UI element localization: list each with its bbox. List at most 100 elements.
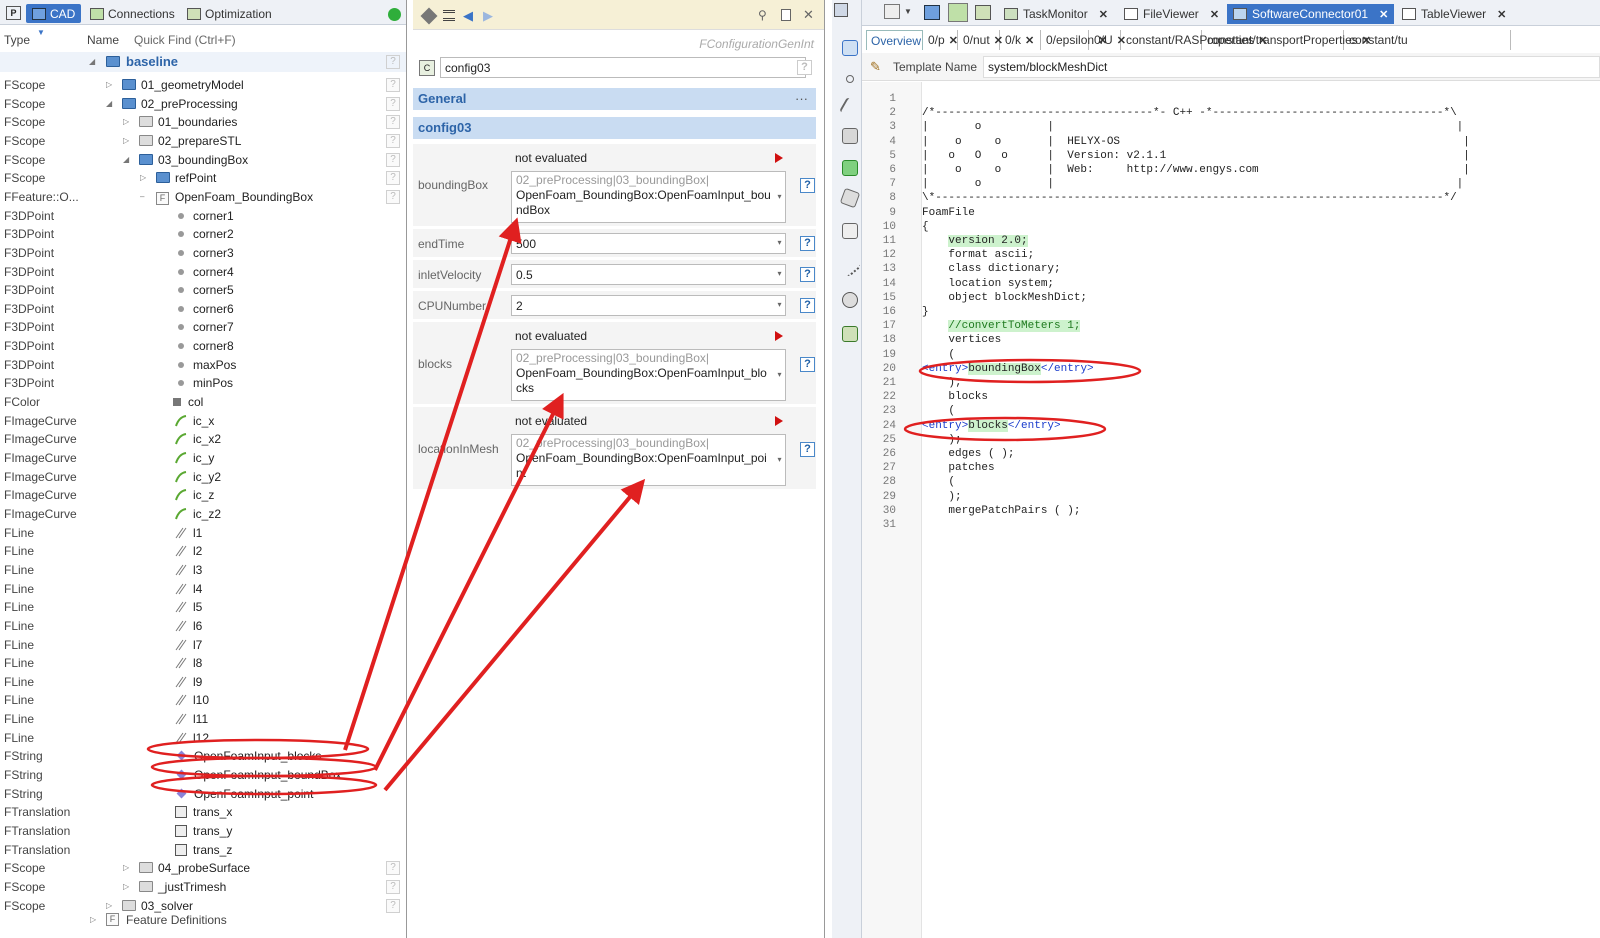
- pencil-icon[interactable]: ✎: [870, 59, 881, 75]
- window-icon[interactable]: [834, 3, 848, 17]
- point-icon[interactable]: [846, 75, 854, 83]
- tree-row[interactable]: F3DPoint corner8: [0, 337, 406, 355]
- layout-icon[interactable]: [884, 4, 900, 19]
- tree-row[interactable]: F3DPoint corner3: [0, 244, 406, 262]
- subtab-file[interactable]: 0/epsilon ✕: [1042, 30, 1107, 50]
- dropdown-icon[interactable]: ▾: [774, 269, 785, 278]
- template-name-field[interactable]: system/blockMeshDict: [983, 56, 1600, 78]
- tree-row[interactable]: FString OpenFoamInput_point: [0, 785, 406, 803]
- locationinmesh-field[interactable]: 02_preProcessing|03_boundingBox| OpenFoa…: [511, 434, 786, 486]
- expand-caret-icon[interactable]: ▷: [106, 76, 112, 94]
- tree-row[interactable]: FLine l1: [0, 524, 406, 542]
- tree-row[interactable]: FLine l5: [0, 598, 406, 616]
- close-icon[interactable]: ✕: [803, 7, 814, 23]
- tree-row[interactable]: FScope ▷ _justTrimesh?: [0, 878, 406, 896]
- search-icon[interactable]: ⚲: [758, 8, 767, 22]
- solid-icon[interactable]: [839, 187, 861, 209]
- tree-row[interactable]: FScope ▷ 01_geometryModel?: [0, 76, 406, 94]
- inletvelocity-field[interactable]: 0.5: [511, 264, 786, 285]
- connect-icon[interactable]: [842, 160, 858, 176]
- tab-taskmonitor[interactable]: TaskMonitor ✕: [998, 4, 1114, 24]
- dropdown-icon[interactable]: ▾: [774, 192, 785, 201]
- expand-caret-icon[interactable]: ◢: [123, 151, 129, 169]
- curve-icon[interactable]: [839, 97, 861, 119]
- help-icon[interactable]: ?: [386, 115, 400, 130]
- dropdown-icon[interactable]: ▾: [774, 300, 785, 309]
- surface-icon[interactable]: [842, 128, 858, 144]
- select-icon[interactable]: [842, 40, 858, 56]
- subtab-file[interactable]: 0/p ✕: [924, 30, 958, 50]
- more-icon[interactable]: ···: [795, 88, 808, 110]
- tree-row[interactable]: FLine l7: [0, 636, 406, 654]
- chevron-down-icon[interactable]: ▼: [904, 7, 912, 16]
- tree-row[interactable]: FLine l2: [0, 542, 406, 560]
- help-icon[interactable]: ?: [386, 879, 400, 894]
- tree-row[interactable]: FImageCurve ic_x2: [0, 430, 406, 448]
- evaluate-icon[interactable]: [775, 416, 783, 426]
- cad-icon[interactable]: [924, 5, 940, 20]
- expand-caret-icon[interactable]: ◢: [106, 95, 112, 113]
- tree-row[interactable]: FColor col: [0, 393, 406, 411]
- tab-tableviewer[interactable]: TableViewer ✕: [1396, 4, 1512, 24]
- help-icon[interactable]: ?: [386, 861, 400, 876]
- tab-connections[interactable]: Connections: [84, 4, 181, 23]
- forward-arrow-icon[interactable]: ▶: [483, 8, 493, 24]
- tree-row[interactable]: FLine l4: [0, 580, 406, 598]
- collapse-caret-icon[interactable]: –: [140, 188, 144, 206]
- tree-row[interactable]: FScope ◢ 02_preProcessing?: [0, 95, 406, 113]
- subtab-file[interactable]: 0/k ✕: [1001, 30, 1041, 50]
- subtab-file[interactable]: 0/U ✕: [1090, 30, 1126, 50]
- help-icon[interactable]: ?: [386, 189, 400, 204]
- quick-find-input[interactable]: Quick Find (Ctrl+F): [134, 33, 236, 47]
- help-icon[interactable]: ?: [386, 78, 400, 92]
- subtab-file[interactable]: constant/RASProperties ✕: [1122, 30, 1267, 50]
- tree-row[interactable]: F3DPoint corner5: [0, 281, 406, 299]
- tree-row[interactable]: FLine l3: [0, 561, 406, 579]
- tree-row[interactable]: F3DPoint corner1: [0, 207, 406, 225]
- close-icon[interactable]: ✕: [1497, 8, 1506, 21]
- tree-row[interactable]: FTranslation trans_x: [0, 803, 406, 821]
- section-config[interactable]: config03: [413, 117, 816, 139]
- tree-row[interactable]: FLine l11: [0, 710, 406, 728]
- tab-fileviewer[interactable]: FileViewer ✕: [1118, 4, 1225, 24]
- monitor-icon[interactable]: [948, 3, 968, 22]
- type-column-header[interactable]: Type: [4, 33, 30, 47]
- tree-row[interactable]: FLine l10: [0, 691, 406, 709]
- dropdown-icon[interactable]: ▾: [774, 370, 785, 379]
- help-icon[interactable]: ?: [800, 178, 815, 193]
- close-icon[interactable]: ✕: [1099, 8, 1108, 21]
- tree-row[interactable]: FImageCurve ic_z2: [0, 505, 406, 523]
- dropdown-icon[interactable]: ▾: [774, 455, 785, 464]
- tree-row[interactable]: FImageCurve ic_z: [0, 486, 406, 504]
- tree-row[interactable]: F3DPoint corner7: [0, 318, 406, 336]
- help-icon[interactable]: ?: [797, 60, 812, 75]
- code-editor[interactable]: /*---------------------------------*- C+…: [922, 92, 1470, 547]
- subtab-file[interactable]: constant/tu: [1345, 30, 1511, 50]
- endtime-field[interactable]: 500: [511, 233, 786, 254]
- tree-row[interactable]: FScope ▷ 02_prepareSTL?: [0, 132, 406, 150]
- config-name-field[interactable]: config03: [440, 57, 806, 78]
- evaluate-icon[interactable]: [775, 331, 783, 341]
- help-icon[interactable]: ?: [386, 152, 400, 167]
- tree-row[interactable]: FScope ◢ 03_boundingBox?: [0, 151, 406, 169]
- close-icon[interactable]: ✕: [1025, 35, 1034, 47]
- collapse-caret-icon[interactable]: ▷: [90, 915, 96, 924]
- help-icon[interactable]: ?: [800, 357, 815, 372]
- dotted-line-icon[interactable]: [838, 254, 862, 278]
- tree-row[interactable]: FTranslation trans_z: [0, 841, 406, 859]
- help-icon[interactable]: ?: [800, 267, 815, 282]
- help-icon[interactable]: ?: [386, 171, 400, 186]
- close-icon[interactable]: ✕: [1210, 8, 1219, 21]
- tree-row[interactable]: FLine l12: [0, 729, 406, 747]
- copy-icon[interactable]: [781, 9, 791, 21]
- evaluate-icon[interactable]: [775, 153, 783, 163]
- tab-softwareconnector[interactable]: SoftwareConnector01 ✕: [1227, 4, 1395, 24]
- tree-row[interactable]: F3DPoint minPos: [0, 374, 406, 392]
- expand-caret-icon[interactable]: ▷: [140, 169, 146, 187]
- cpunumber-field[interactable]: 2: [511, 295, 786, 316]
- tree-row[interactable]: FImageCurve ic_x: [0, 412, 406, 430]
- back-arrow-icon[interactable]: ◀: [463, 8, 473, 24]
- help-icon[interactable]: ?: [800, 442, 815, 457]
- subtab-file[interactable]: constant/transportProperties ✕: [1203, 30, 1371, 50]
- help-icon[interactable]: ?: [386, 55, 400, 69]
